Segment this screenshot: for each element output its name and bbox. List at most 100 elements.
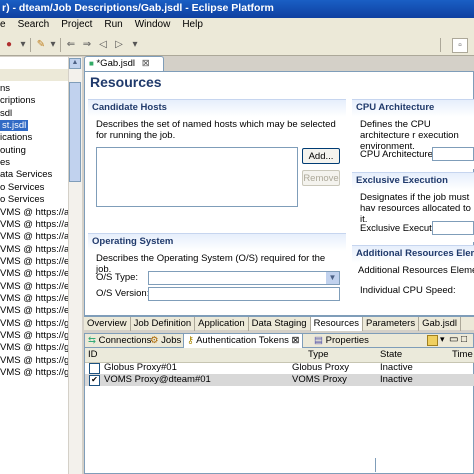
minimize-icon[interactable]: ▭: [449, 334, 458, 345]
tree-item-label: VMS @ https://e: [0, 255, 70, 267]
tree-item-label: VMS @ https://e: [0, 305, 70, 317]
column-header-id[interactable]: ID: [85, 348, 312, 363]
tree-item[interactable]: VMS @ https://e: [0, 304, 69, 317]
navigator-scrollbar-thumb[interactable]: [69, 82, 81, 182]
tree-item[interactable]: VMS @ https://a: [0, 218, 69, 231]
tree-item-label: VMS @ https://g: [0, 342, 70, 354]
add-host-button[interactable]: Add...: [302, 148, 340, 164]
column-resize-handle[interactable]: [375, 458, 376, 472]
tree-header-area: [0, 69, 70, 81]
tree-item[interactable]: st.jsdl: [0, 119, 29, 132]
cpu-architecture-header[interactable]: CPU Architecture: [352, 99, 474, 117]
menu-window[interactable]: Window: [129, 18, 177, 30]
additional-resources-description: Additional Resources Elements: [358, 265, 474, 276]
candidate-hosts-header[interactable]: Candidate Hosts: [88, 99, 346, 117]
tree-item[interactable]: VMS @ https://g: [0, 354, 69, 367]
menu-edit[interactable]: e: [0, 18, 12, 30]
additional-resources-header[interactable]: Additional Resources Eleme: [352, 245, 474, 263]
tree-item-label: VMS @ https://a: [0, 231, 70, 243]
tab-properties[interactable]: ▤ Properties: [311, 334, 372, 348]
tab-authentication-tokens[interactable]: ⚷ Authentication Tokens ⊠: [183, 334, 304, 348]
tree-item[interactable]: ications: [0, 131, 32, 144]
editor-tab-gab-jsdl[interactable]: ■ *Gab.jsdl ⊠: [84, 56, 164, 71]
tree-item[interactable]: VMS @ https://a: [0, 206, 69, 219]
tree-item[interactable]: VMS @ https://e: [0, 292, 69, 305]
token-id: Globus Proxy#01: [104, 362, 177, 373]
column-header-type[interactable]: Type: [305, 348, 384, 363]
tree-item[interactable]: o Services: [0, 193, 44, 206]
cpu-architecture-combo[interactable]: [432, 147, 474, 161]
page-tab-application[interactable]: Application: [195, 317, 249, 331]
page-tab-resources[interactable]: Resources: [310, 317, 363, 331]
tree-item[interactable]: VMS @ https://a: [0, 243, 69, 256]
tree-item-label: VMS @ https://g: [0, 367, 70, 379]
operating-system-header[interactable]: Operating System: [88, 233, 346, 251]
token-checkbox[interactable]: [89, 363, 100, 374]
tree-item[interactable]: VMS @ https://e: [0, 267, 69, 280]
tree-item-label: VMS @ https://g: [0, 354, 70, 366]
menu-search[interactable]: Search: [12, 18, 56, 30]
tree-item[interactable]: criptions: [0, 94, 35, 107]
tree-item[interactable]: outing: [0, 144, 26, 157]
page-tab-job-definition[interactable]: Job Definition: [131, 317, 196, 331]
tree-item[interactable]: o Services: [0, 181, 44, 194]
exclusive-execution-header[interactable]: Exclusive Execution: [352, 172, 474, 190]
connections-icon: ⇆: [88, 335, 96, 346]
scroll-up-icon[interactable]: ▲: [69, 58, 81, 69]
tree-item[interactable]: VMS @ https://e: [0, 280, 69, 293]
maximize-icon[interactable]: □: [461, 334, 467, 345]
tree-item[interactable]: VMS @ https://a: [0, 230, 69, 243]
tree-item-label: sdl: [0, 107, 13, 119]
open-perspective-icon[interactable]: ▫: [452, 38, 468, 53]
tree-item[interactable]: sdl: [0, 107, 12, 120]
tree-item-label: o Services: [0, 181, 45, 193]
run-icon[interactable]: ●: [2, 38, 16, 51]
tab-label: Jobs: [161, 335, 182, 346]
tree-item[interactable]: ata Services: [0, 168, 52, 181]
back-icon[interactable]: ⇐: [64, 38, 78, 51]
dropdown-icon[interactable]: ▾: [16, 38, 30, 51]
menu-run[interactable]: Run: [98, 18, 128, 30]
forward-icon[interactable]: ⇒: [80, 38, 94, 51]
dropdown-icon[interactable]: ▾: [440, 334, 445, 345]
page-tab-data-staging[interactable]: Data Staging: [249, 317, 311, 331]
remove-host-button[interactable]: Remove: [302, 170, 340, 186]
page-tab-parameters[interactable]: Parameters: [363, 317, 420, 331]
candidate-hosts-list[interactable]: [96, 147, 298, 207]
exclusive-execution-combo[interactable]: [432, 221, 474, 235]
token-checkbox[interactable]: ✔: [89, 375, 100, 386]
tree-item[interactable]: es: [0, 156, 10, 169]
column-header-time[interactable]: Time: [449, 348, 474, 363]
dropdown-icon[interactable]: ▾: [46, 38, 60, 51]
page-title: Resources: [90, 74, 162, 90]
table-row[interactable]: Globus Proxy#01 Globus Proxy Inactive: [85, 362, 474, 374]
back-history-icon[interactable]: ◁: [96, 38, 110, 51]
close-icon[interactable]: ⊠: [142, 58, 150, 69]
chevron-down-icon[interactable]: ▼: [326, 272, 339, 284]
page-tab-source[interactable]: Gab.jsdl: [419, 317, 461, 331]
page-tab-overview[interactable]: Overview: [84, 317, 131, 331]
tree-item[interactable]: VMS @ https://e: [0, 255, 69, 268]
tree-item[interactable]: ns: [0, 82, 10, 95]
tree-item[interactable]: VMS @ https://g: [0, 366, 69, 379]
forward-history-icon[interactable]: ▷: [112, 38, 126, 51]
new-token-icon[interactable]: [427, 335, 438, 346]
menu-help[interactable]: Help: [176, 18, 209, 30]
tab-connections[interactable]: ⇆ Connections: [85, 334, 154, 348]
column-header-state[interactable]: State: [377, 348, 456, 363]
tree-item-label: VMS @ https://e: [0, 280, 70, 292]
tab-label: Properties: [325, 335, 369, 346]
dropdown-icon[interactable]: ▾: [128, 38, 142, 51]
tree-item[interactable]: VMS @ https://g: [0, 341, 69, 354]
os-type-combo[interactable]: ▼: [148, 271, 340, 285]
tree-item[interactable]: VMS @ https://g: [0, 317, 69, 330]
tree-item[interactable]: VMS @ https://g: [0, 329, 69, 342]
os-version-field[interactable]: [148, 287, 340, 301]
tree-item-label: ata Services: [0, 169, 53, 181]
tab-label: Authentication Tokens: [196, 335, 289, 346]
jsdl-file-icon: ■: [89, 59, 94, 68]
menu-project[interactable]: Project: [55, 18, 98, 30]
tab-jobs[interactable]: ⚙ Jobs: [147, 334, 184, 348]
close-icon[interactable]: ⊠: [292, 335, 300, 346]
table-row[interactable]: ✔ VOMS Proxy@dteam#01 VOMS Proxy Inactiv…: [85, 374, 474, 386]
